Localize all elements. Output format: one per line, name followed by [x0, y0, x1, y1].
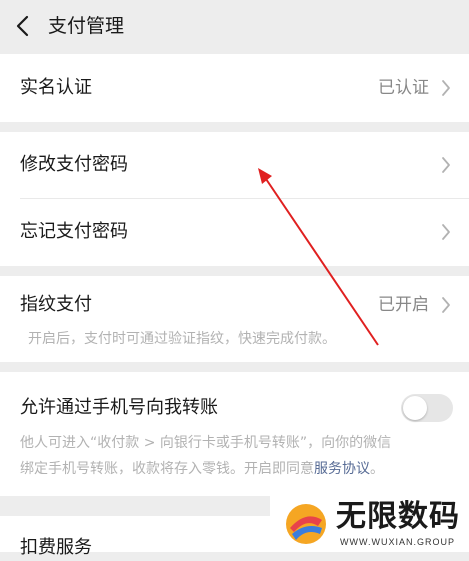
chevron-left-icon[interactable]: [14, 14, 32, 38]
fingerprint-card: 指纹支付 已开启 开启后，支付时可通过验证指纹，快速完成付款。: [0, 276, 469, 362]
phone-transfer-label: 允许通过手机号向我转账: [20, 397, 218, 418]
chevron-right-icon: [442, 80, 450, 96]
forgot-password-label: 忘记支付密码: [20, 221, 128, 242]
password-card: 修改支付密码 忘记支付密码: [0, 132, 469, 266]
forgot-password-row[interactable]: 忘记支付密码: [0, 199, 469, 266]
chevron-right-icon: [442, 157, 450, 173]
fingerprint-status: 已开启: [378, 295, 429, 315]
chevron-right-icon: [442, 224, 450, 240]
description-line-2-text: 绑定手机号转账，收款将存入零钱。开启即同意: [20, 461, 314, 477]
watermark-subtitle: WWW.WUXIAN.GROUP: [340, 537, 455, 547]
deduction-label: 扣费服务: [20, 537, 92, 558]
phone-transfer-toggle[interactable]: [401, 394, 453, 422]
description-period: 。: [370, 461, 384, 477]
real-name-card: 实名认证 已认证: [0, 54, 469, 122]
page-title: 支付管理: [48, 15, 125, 37]
chevron-right-icon: [442, 297, 450, 313]
fingerprint-description: 开启后，支付时可通过验证指纹，快速完成付款。: [28, 331, 336, 347]
real-name-label: 实名认证: [20, 77, 92, 98]
service-agreement-link[interactable]: 服务协议: [314, 461, 370, 477]
fingerprint-label: 指纹支付: [20, 294, 92, 315]
watermark: 无限数码 WWW.WUXIAN.GROUP: [270, 496, 469, 552]
change-password-label: 修改支付密码: [20, 154, 128, 175]
phone-transfer-row: 允许通过手机号向我转账: [0, 372, 469, 436]
toggle-knob: [403, 396, 427, 420]
fingerprint-row[interactable]: 指纹支付 已开启: [0, 276, 469, 328]
change-password-row[interactable]: 修改支付密码: [0, 132, 469, 198]
watermark-title: 无限数码: [336, 499, 460, 534]
watermark-logo: [286, 504, 326, 544]
description-line-1: 他人可进入“收付款 > 向银行卡或手机号转账”，向你的微信: [20, 435, 392, 451]
phone-transfer-card: 允许通过手机号向我转账 他人可进入“收付款 > 向银行卡或手机号转账”，向你的微…: [0, 372, 469, 496]
description-line-2: 绑定手机号转账，收款将存入零钱。开启即同意服务协议。: [20, 456, 453, 482]
real-name-row[interactable]: 实名认证 已认证: [0, 54, 469, 122]
nav-header: 支付管理: [0, 0, 469, 54]
real-name-status: 已认证: [378, 78, 429, 98]
phone-transfer-description: 他人可进入“收付款 > 向银行卡或手机号转账”，向你的微信 绑定手机号转账，收款…: [20, 430, 453, 482]
